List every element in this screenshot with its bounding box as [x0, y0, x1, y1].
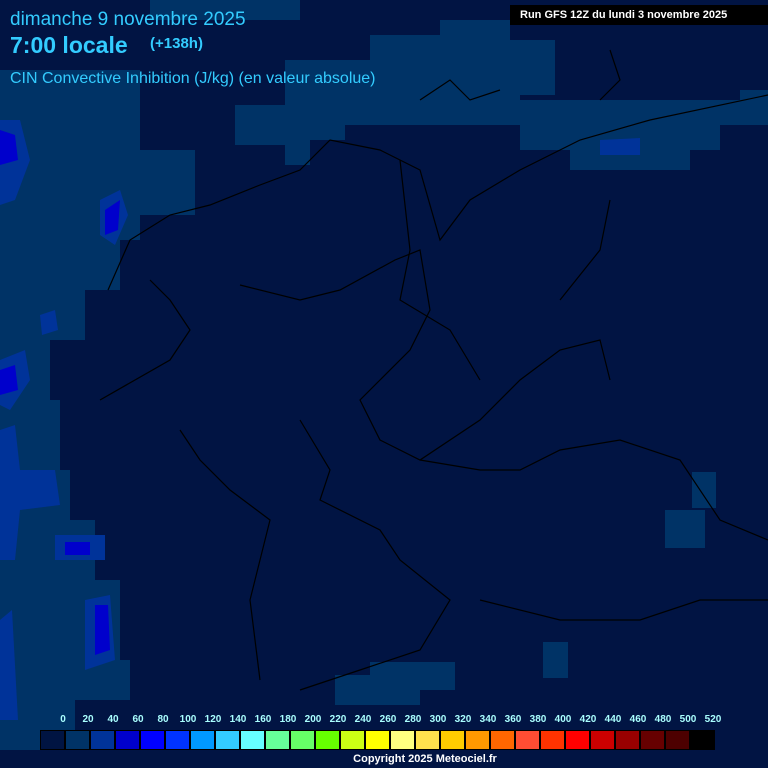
legend-label: 480: [654, 714, 672, 725]
legend-swatch: [265, 730, 290, 750]
cin-field-low: [0, 0, 768, 750]
legend-label: 460: [629, 714, 647, 725]
weather-map: dimanche 9 novembre 2025 7:00 locale (+1…: [0, 0, 768, 768]
legend-label: 340: [479, 714, 497, 725]
legend-swatch: [140, 730, 165, 750]
legend-label: 160: [254, 714, 272, 725]
legend-label: 440: [604, 714, 622, 725]
legend-swatch: [90, 730, 115, 750]
legend-swatch: [565, 730, 590, 750]
legend-label: 240: [354, 714, 372, 725]
legend-swatch: [540, 730, 565, 750]
legend-swatch: [240, 730, 265, 750]
legend-swatch: [315, 730, 340, 750]
legend-label: 120: [204, 714, 222, 725]
legend-swatch: [515, 730, 540, 750]
legend-swatch: [40, 730, 65, 750]
legend-swatch: [340, 730, 365, 750]
legend-label: 60: [132, 714, 144, 725]
legend-label: 20: [82, 714, 94, 725]
legend-swatch: [215, 730, 240, 750]
legend-swatch: [665, 730, 690, 750]
legend-swatch: [115, 730, 140, 750]
legend-swatch: [65, 730, 90, 750]
forecast-offset: (+138h): [150, 35, 203, 52]
cin-map: [0, 0, 768, 750]
copyright: Copyright 2025 Meteociel.fr: [353, 753, 497, 765]
legend-swatch: [590, 730, 615, 750]
legend-label: 420: [579, 714, 597, 725]
legend-label: 140: [229, 714, 247, 725]
legend-swatch: [365, 730, 390, 750]
legend-label: 40: [107, 714, 119, 725]
run-label: Run GFS 12Z du lundi 3 novembre 2025: [510, 5, 768, 25]
legend-swatch: [290, 730, 315, 750]
legend-label: 280: [404, 714, 422, 725]
legend-label: 320: [454, 714, 472, 725]
legend-swatch: [465, 730, 490, 750]
legend-swatch: [390, 730, 415, 750]
legend-swatch: [615, 730, 640, 750]
legend-swatch: [415, 730, 440, 750]
legend-swatch: [190, 730, 215, 750]
legend-label: 360: [504, 714, 522, 725]
legend-label: 80: [157, 714, 169, 725]
legend-label: 220: [329, 714, 347, 725]
legend-label: 520: [704, 714, 722, 725]
legend-label: 0: [60, 714, 66, 725]
legend-swatch: [440, 730, 465, 750]
legend-label: 180: [279, 714, 297, 725]
legend-label: 200: [304, 714, 322, 725]
legend-swatch: [165, 730, 190, 750]
legend-label: 400: [554, 714, 572, 725]
forecast-date: dimanche 9 novembre 2025: [10, 9, 246, 30]
legend-label: 260: [379, 714, 397, 725]
legend-label: 380: [529, 714, 547, 725]
legend-swatch: [690, 730, 715, 750]
legend-swatch: [640, 730, 665, 750]
parameter-title: CIN Convective Inhibition (J/kg) (en val…: [10, 70, 376, 87]
legend-label: 100: [179, 714, 197, 725]
forecast-time: 7:00 locale: [10, 32, 128, 58]
legend-swatch: [490, 730, 515, 750]
legend-label: 300: [429, 714, 447, 725]
legend-label: 500: [679, 714, 697, 725]
